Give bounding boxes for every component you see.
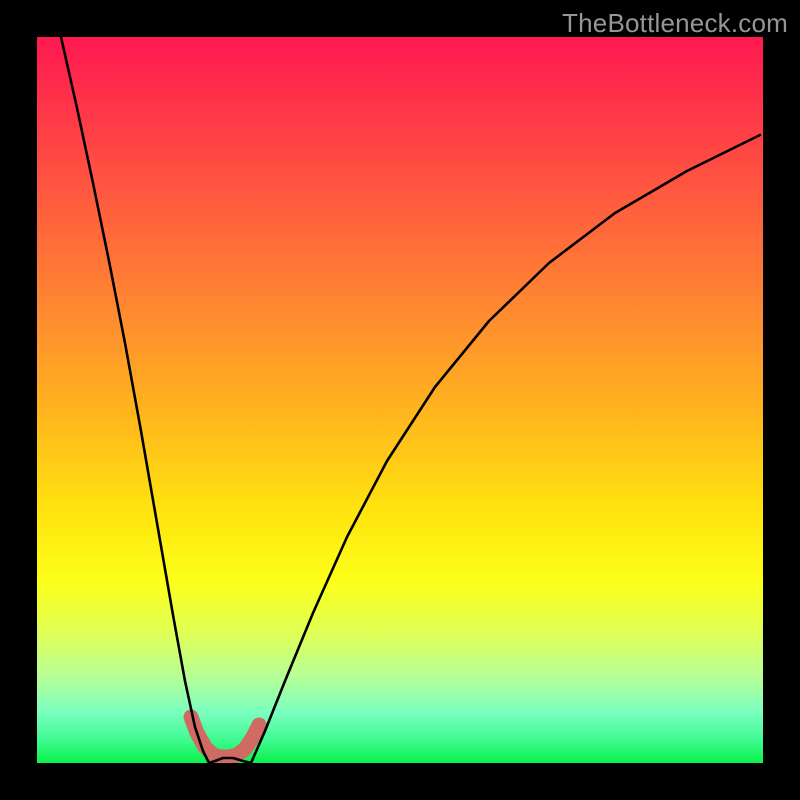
plot-area — [37, 37, 763, 763]
bottleneck-curve — [61, 37, 760, 763]
watermark-text: TheBottleneck.com — [562, 8, 788, 39]
optimal-region-overlay — [191, 717, 259, 757]
curve-svg — [37, 37, 763, 763]
chart-frame: TheBottleneck.com — [0, 0, 800, 800]
